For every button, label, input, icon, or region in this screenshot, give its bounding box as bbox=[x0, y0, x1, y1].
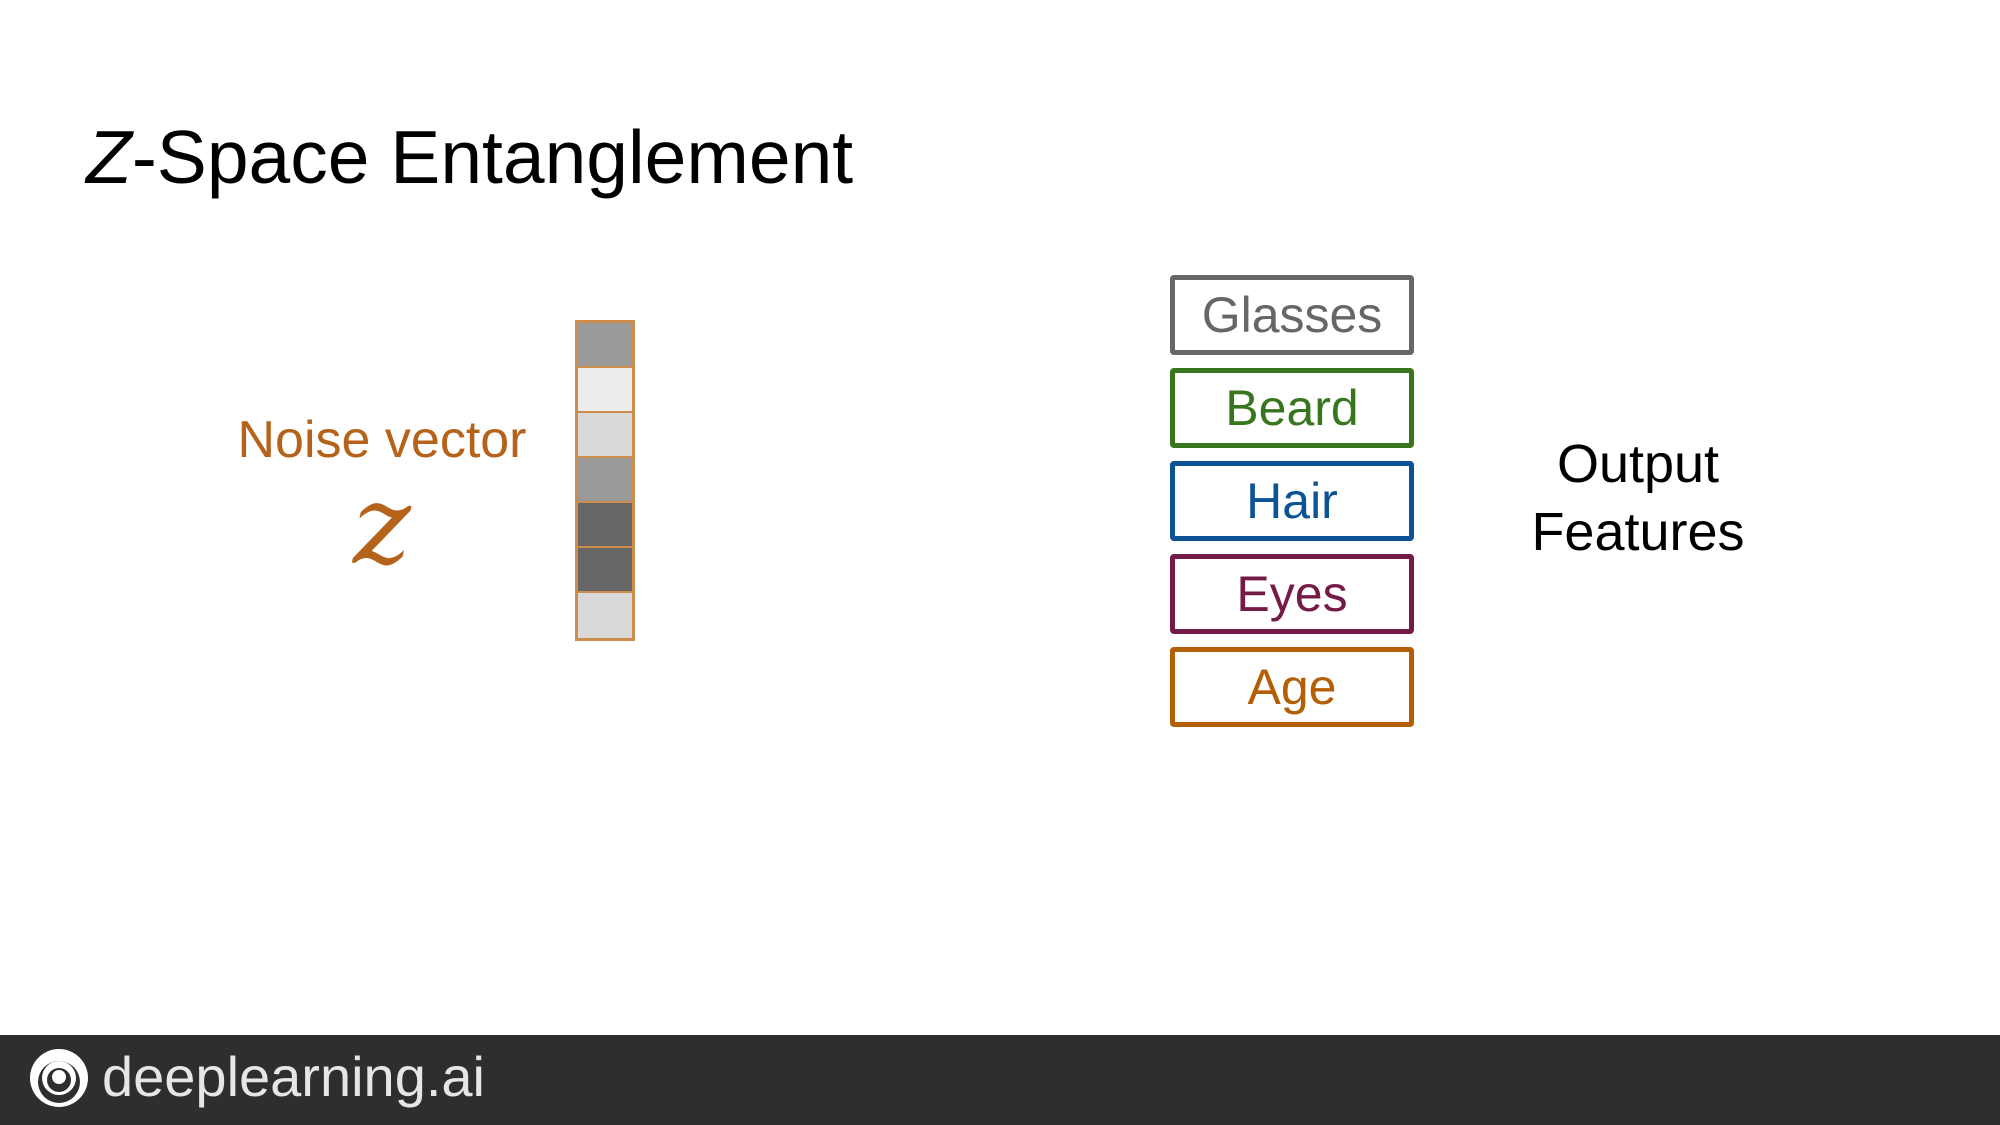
noise-vector-cell bbox=[578, 548, 632, 593]
feature-box-hair: Hair bbox=[1170, 461, 1414, 541]
noise-vector bbox=[575, 320, 635, 641]
noise-vector-cell bbox=[578, 368, 632, 413]
noise-vector-cell bbox=[578, 413, 632, 458]
feature-box-eyes: Eyes bbox=[1170, 554, 1414, 634]
output-features-line1: Output bbox=[1556, 434, 1720, 494]
output-features-line2: Features bbox=[1531, 502, 1745, 562]
footer-bar: deeplearning.ai bbox=[0, 1035, 2000, 1125]
noise-vector-cell bbox=[578, 323, 632, 368]
noise-vector-cell bbox=[578, 503, 632, 548]
feature-box-age: Age bbox=[1170, 647, 1414, 727]
deeplearning-logo-icon bbox=[30, 1049, 88, 1107]
noise-vector-cell bbox=[578, 593, 632, 638]
feature-box-beard: Beard bbox=[1170, 368, 1414, 448]
noise-z-symbol: z bbox=[353, 461, 411, 589]
brand-name[interactable]: deeplearning.ai bbox=[102, 1043, 485, 1110]
title-text: -Space Entanglement bbox=[131, 115, 854, 199]
output-feature-list: Glasses Beard Hair Eyes Age bbox=[1170, 275, 1414, 740]
noise-vector-cell bbox=[578, 458, 632, 503]
feature-box-glasses: Glasses bbox=[1170, 275, 1414, 355]
title-z: Z bbox=[86, 115, 132, 199]
output-features-label: Output Features bbox=[1510, 430, 1766, 566]
slide-title: Z-Space Entanglement bbox=[86, 112, 853, 202]
